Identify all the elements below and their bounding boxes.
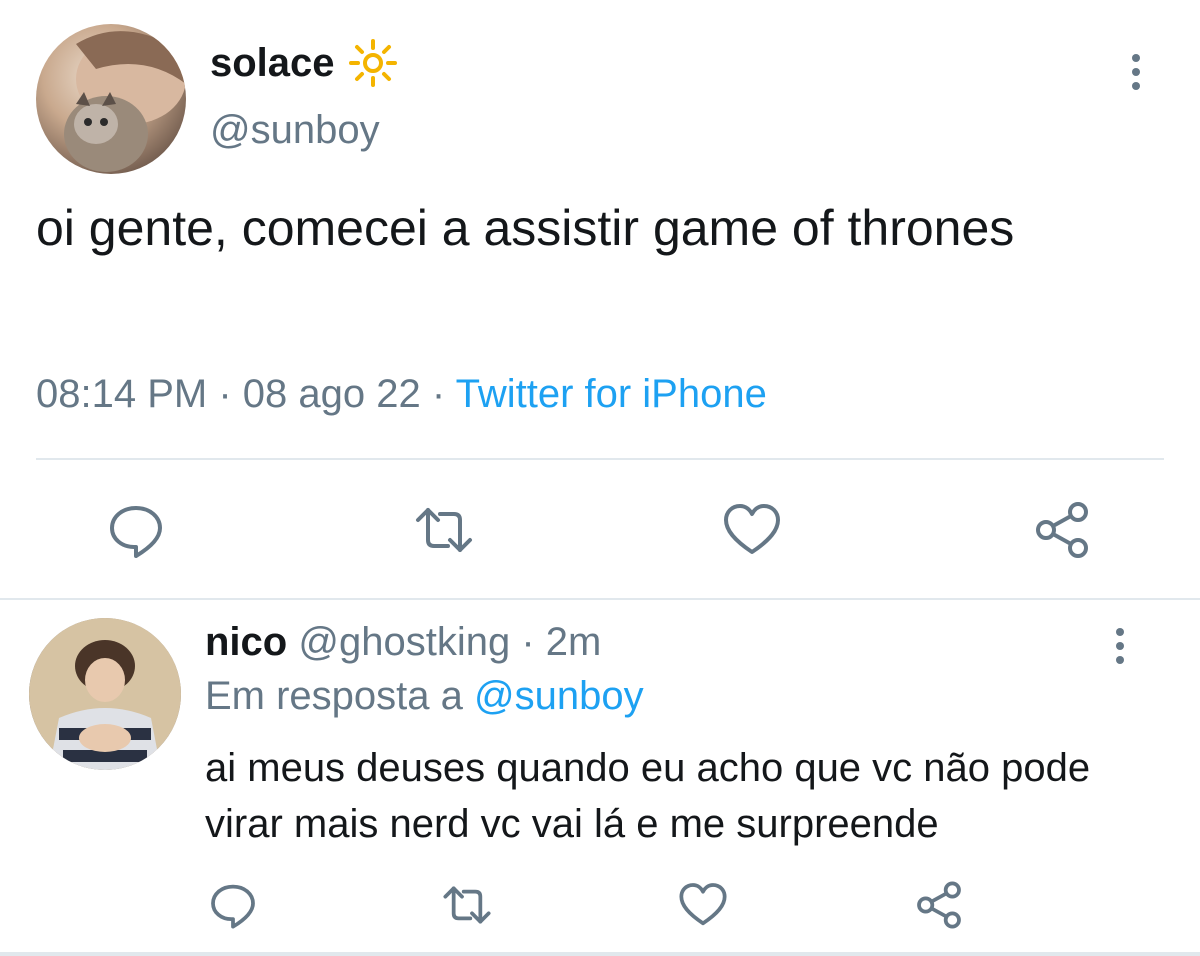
reply-display-name[interactable]: nico: [205, 620, 287, 664]
tweet-meta: 08:14 PM · 08 ago 22 · Twitter for iPhon…: [36, 372, 767, 417]
replying-to: Em resposta a @sunboy: [205, 674, 644, 719]
divider: [0, 952, 1200, 956]
divider: [36, 458, 1164, 460]
reply-text: ai meus deuses quando eu acho que vc não…: [205, 746, 1091, 846]
replying-to-mention[interactable]: @sunboy: [474, 674, 644, 718]
avatar[interactable]: [36, 24, 186, 174]
reply-header: nico @ghostking · 2m: [205, 620, 601, 665]
share-icon[interactable]: [914, 880, 964, 930]
share-icon[interactable]: [1032, 500, 1092, 560]
reply-icon[interactable]: [208, 880, 258, 930]
reply-time[interactable]: 2m: [546, 620, 602, 664]
tweet-date[interactable]: 08 ago 22: [243, 372, 421, 416]
replying-to-label: Em resposta a: [205, 674, 463, 718]
sun-icon: [347, 37, 399, 89]
meta-separator: ·: [521, 620, 535, 664]
author-name-row[interactable]: solace: [210, 38, 399, 88]
like-icon[interactable]: [678, 880, 728, 930]
reply-handle[interactable]: @ghostking: [298, 620, 510, 664]
author-handle[interactable]: @sunboy: [210, 108, 380, 153]
tweet-client-link[interactable]: Twitter for iPhone: [456, 372, 767, 416]
tweet-text: oi gente, comecei a assistir game of thr…: [36, 200, 1015, 256]
reply-icon[interactable]: [106, 500, 166, 560]
retweet-icon[interactable]: [414, 500, 474, 560]
avatar[interactable]: [29, 618, 181, 770]
retweet-icon[interactable]: [442, 880, 492, 930]
display-name[interactable]: solace: [210, 41, 335, 86]
section-divider: [0, 598, 1200, 600]
meta-separator: ·: [218, 372, 232, 416]
like-icon[interactable]: [722, 500, 782, 560]
more-options-icon[interactable]: [1126, 52, 1146, 92]
meta-separator: ·: [431, 372, 446, 416]
main-tweet: solace @sunboy oi gente, comecei a assis…: [0, 0, 1200, 600]
tweet-time[interactable]: 08:14 PM: [36, 372, 207, 416]
more-options-icon[interactable]: [1110, 626, 1130, 666]
